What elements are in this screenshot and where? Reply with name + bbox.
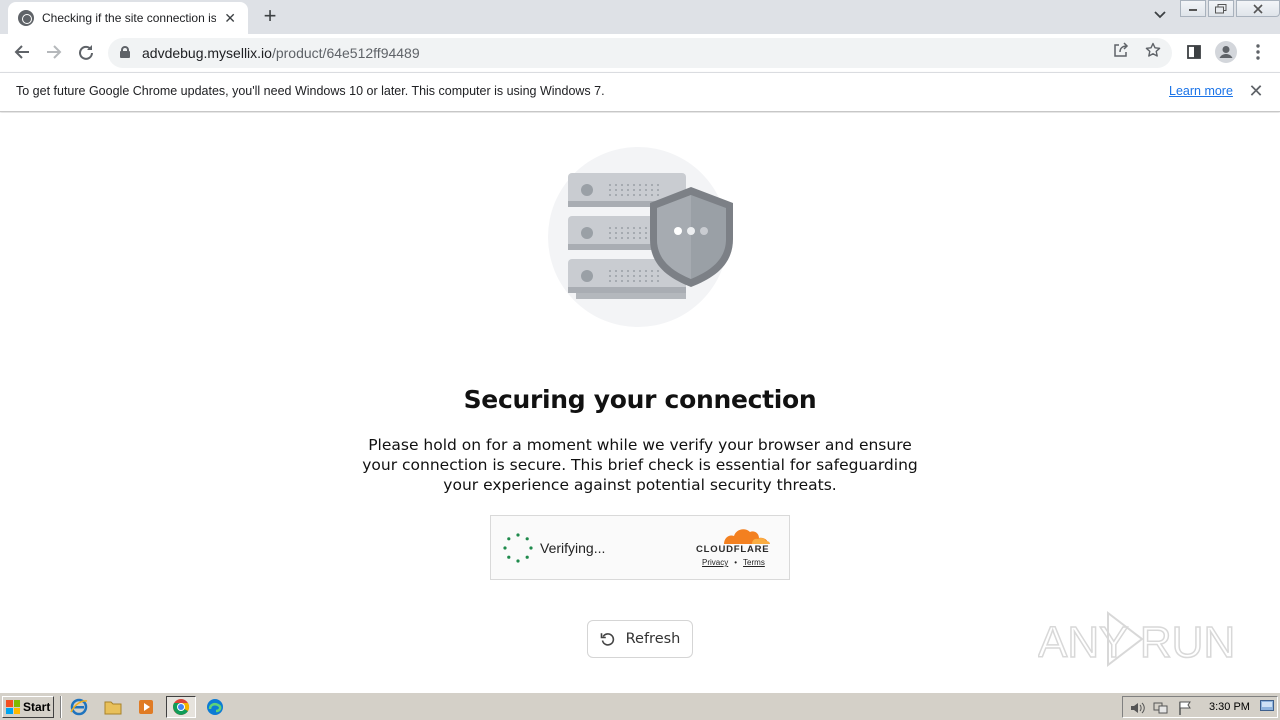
lock-icon[interactable] <box>120 46 130 58</box>
action-center-flag-icon[interactable] <box>1177 700 1193 716</box>
back-arrow-icon[interactable] <box>8 38 36 66</box>
profile-avatar-icon[interactable] <box>1212 38 1240 66</box>
start-button[interactable]: Start <box>2 696 54 718</box>
file-explorer-icon[interactable] <box>101 696 125 718</box>
cloudflare-wordmark: CLOUDFLARE <box>696 544 770 555</box>
network-icon[interactable] <box>1153 700 1169 716</box>
server-shield-illustration <box>540 143 740 333</box>
minimize-icon[interactable] <box>1180 0 1206 17</box>
restore-icon[interactable] <box>1208 0 1234 17</box>
url-text[interactable]: advdebug.mysellix.io/product/64e512ff944… <box>142 45 420 61</box>
widget-links: Privacy • Terms <box>702 558 765 567</box>
side-panel-icon[interactable] <box>1180 38 1208 66</box>
windows-taskbar: Start 3:30 PM <box>0 692 1280 720</box>
chrome-icon[interactable] <box>166 696 196 718</box>
refresh-label: Refresh <box>625 631 681 647</box>
page-description: Please hold on for a moment while we ver… <box>362 436 918 494</box>
privacy-link[interactable]: Privacy <box>702 558 728 567</box>
page-content: Securing your connection Please hold on … <box>0 113 1280 691</box>
browser-toolbar: advdebug.mysellix.io/product/64e512ff944… <box>0 34 1280 72</box>
tab-strip: Checking if the site connection is secur… <box>0 0 1280 34</box>
kebab-menu-icon[interactable] <box>1244 38 1272 66</box>
refresh-icon <box>600 631 616 647</box>
new-tab-button[interactable]: + <box>258 5 282 29</box>
anyrun-watermark: ANY RUN <box>1037 609 1238 669</box>
internet-explorer-icon[interactable] <box>67 696 91 718</box>
infobar-close-icon[interactable]: ✕ <box>1246 81 1266 102</box>
cloudflare-verification-widget[interactable]: Verifying... CLOUDFLARE Privacy • Terms <box>490 515 790 580</box>
bookmark-star-icon[interactable] <box>1142 42 1164 64</box>
reload-icon[interactable] <box>72 38 100 66</box>
refresh-button[interactable]: Refresh <box>587 620 693 658</box>
terms-link[interactable]: Terms <box>743 558 765 567</box>
edge-icon[interactable] <box>203 696 227 718</box>
volume-icon[interactable] <box>1129 700 1145 716</box>
tab-active[interactable]: Checking if the site connection is secur… <box>8 2 248 34</box>
media-player-icon[interactable] <box>134 696 158 718</box>
globe-icon <box>18 10 34 26</box>
link-separator: • <box>734 558 738 567</box>
learn-more-link[interactable]: Learn more <box>1169 84 1233 98</box>
browser-frame: Checking if the site connection is secur… <box>0 0 1280 72</box>
system-tray: 3:30 PM <box>1122 696 1278 718</box>
window-controls <box>1178 0 1280 18</box>
start-label: Start <box>23 700 51 714</box>
taskbar-divider <box>60 696 62 718</box>
close-icon[interactable]: ✕ <box>222 10 238 27</box>
forward-arrow-icon[interactable] <box>40 38 68 66</box>
tab-title: Checking if the site connection is secur… <box>42 11 217 25</box>
tab-search-chevron-icon[interactable] <box>1150 8 1170 26</box>
address-bar[interactable]: advdebug.mysellix.io/product/64e512ff944… <box>108 38 1172 68</box>
loading-spinner-icon <box>503 533 533 563</box>
taskbar-clock[interactable]: 3:30 PM <box>1209 701 1250 713</box>
infobar-message: To get future Google Chrome updates, you… <box>16 84 605 98</box>
window-close-icon[interactable] <box>1236 0 1280 17</box>
share-icon[interactable] <box>1110 42 1132 64</box>
windows-flag-icon <box>6 700 20 714</box>
update-infobar: To get future Google Chrome updates, you… <box>0 72 1280 112</box>
page-title: Securing your connection <box>463 385 817 414</box>
show-desktop-icon[interactable] <box>1259 700 1275 716</box>
verifying-status: Verifying... <box>540 540 606 556</box>
